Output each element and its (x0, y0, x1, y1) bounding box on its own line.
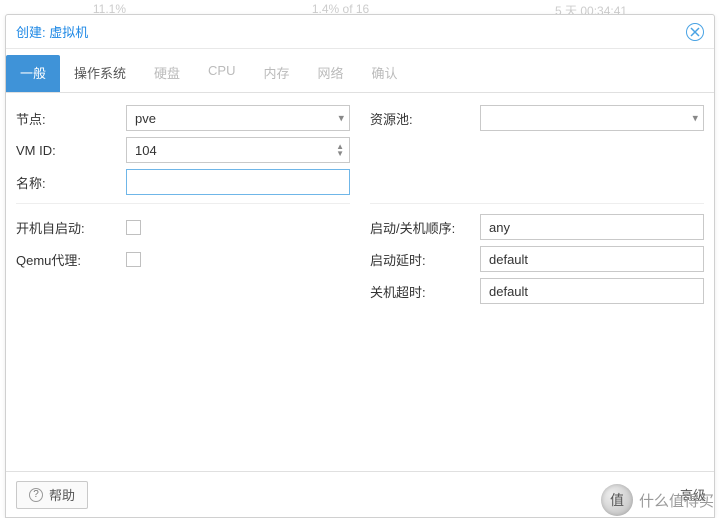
pool-select[interactable]: ▾ (480, 105, 704, 131)
help-button[interactable]: ? 帮助 (16, 481, 88, 509)
watermark-text: 什么值得买 (639, 490, 714, 511)
tab-network: 网络 (304, 55, 358, 92)
vmid-label: VM ID: (16, 143, 126, 158)
tab-general[interactable]: 一般 (6, 55, 60, 92)
pool-label: 资源池: (370, 109, 480, 128)
tab-os[interactable]: 操作系统 (60, 55, 140, 92)
titlebar: 创建: 虚拟机 (6, 15, 714, 49)
order-label: 启动/关机顺序: (370, 218, 480, 237)
pool-input[interactable] (480, 105, 704, 131)
down-timeout-input[interactable] (480, 278, 704, 304)
divider (16, 203, 350, 204)
name-label: 名称: (16, 173, 126, 192)
spinner-icon: ▲▼ (336, 143, 344, 157)
create-vm-dialog: 创建: 虚拟机 一般 操作系统 硬盘 CPU 内存 网络 确认 节点: ▾ VM… (5, 14, 715, 518)
node-select[interactable]: ▾ (126, 105, 350, 131)
tab-confirm: 确认 (358, 55, 412, 92)
right-column: 资源池: ▾ . . 启动/关机顺序: 启动延时: 关机超时: (370, 105, 704, 459)
close-icon[interactable] (686, 23, 704, 41)
node-input[interactable] (126, 105, 350, 131)
onboot-label: 开机自启动: (16, 218, 126, 237)
up-delay-label: 启动延时: (370, 250, 480, 269)
name-input[interactable] (126, 169, 350, 195)
wizard-tabs: 一般 操作系统 硬盘 CPU 内存 网络 确认 (6, 49, 714, 93)
onboot-checkbox[interactable] (126, 220, 141, 235)
node-label: 节点: (16, 109, 126, 128)
tab-disk: 硬盘 (140, 55, 194, 92)
left-column: 节点: ▾ VM ID: ▲▼ 名称: 开机自启动: (16, 105, 350, 459)
tab-memory: 内存 (250, 55, 304, 92)
divider (370, 203, 704, 204)
vmid-spinner[interactable]: ▲▼ (126, 137, 350, 163)
order-input[interactable] (480, 214, 704, 240)
watermark: 值 什么值得买 (601, 484, 720, 516)
window-title: 创建: 虚拟机 (16, 22, 686, 41)
qemu-agent-checkbox[interactable] (126, 252, 141, 267)
tab-cpu: CPU (194, 55, 249, 92)
vmid-input[interactable] (126, 137, 350, 163)
form-body: 节点: ▾ VM ID: ▲▼ 名称: 开机自启动: (6, 93, 714, 471)
watermark-logo-icon: 值 (601, 484, 633, 516)
qemu-agent-label: Qemu代理: (16, 250, 126, 269)
help-label: 帮助 (49, 485, 75, 504)
down-timeout-label: 关机超时: (370, 282, 480, 301)
help-icon: ? (29, 488, 43, 502)
up-delay-input[interactable] (480, 246, 704, 272)
